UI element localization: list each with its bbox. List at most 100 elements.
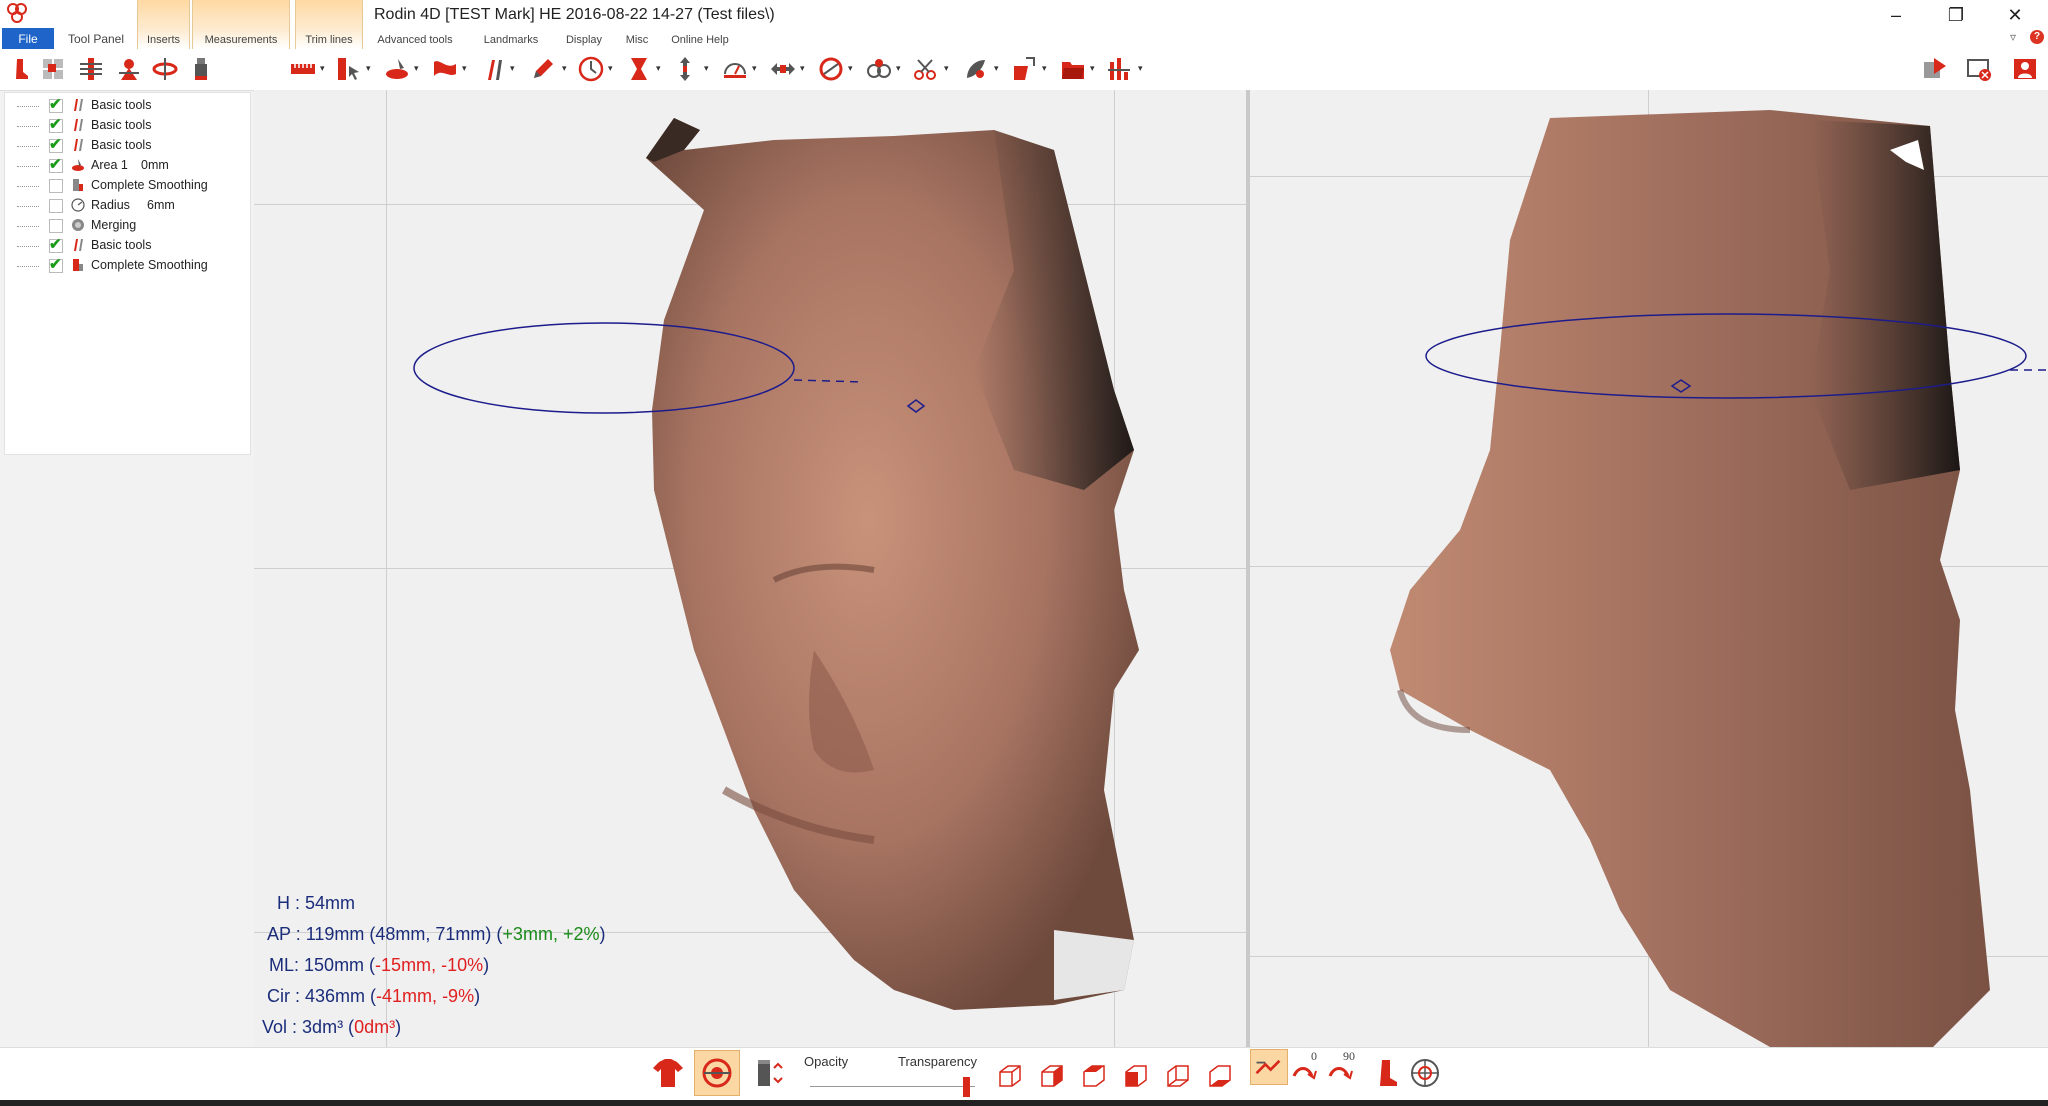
width-icon[interactable] bbox=[626, 56, 652, 82]
tab-misc[interactable]: Misc bbox=[620, 0, 654, 49]
user-delete-icon[interactable] bbox=[1922, 56, 1948, 82]
help-icon[interactable]: ? bbox=[2030, 30, 2044, 44]
tree-item[interactable]: Complete Smoothing bbox=[5, 176, 245, 196]
tools-icon[interactable] bbox=[482, 56, 508, 82]
tree-checkbox[interactable] bbox=[49, 155, 63, 173]
chevron-down-icon[interactable]: ▾ bbox=[562, 63, 567, 74]
section-icon[interactable] bbox=[152, 56, 178, 82]
tree-item[interactable]: Area 1 0mm bbox=[5, 155, 245, 176]
view-bottom-icon[interactable] bbox=[1206, 1062, 1234, 1090]
chevron-down-icon[interactable]: ▾ bbox=[704, 63, 709, 74]
transparency-slider-thumb[interactable] bbox=[963, 1077, 971, 1097]
chevron-down-icon[interactable]: ▾ bbox=[656, 63, 661, 74]
tree-checkbox[interactable] bbox=[49, 255, 63, 273]
figure-icon[interactable] bbox=[116, 56, 142, 82]
ruler-icon[interactable] bbox=[290, 56, 316, 82]
chevron-down-icon[interactable]: ▾ bbox=[1138, 63, 1143, 74]
cursor-icon[interactable] bbox=[336, 56, 362, 82]
sync-views-button[interactable] bbox=[1250, 1049, 1288, 1085]
tree-connector bbox=[17, 126, 39, 127]
chevron-down-icon[interactable]: ▾ bbox=[1090, 63, 1095, 74]
view-front-icon[interactable] bbox=[996, 1062, 1024, 1090]
tree-item[interactable]: Basic tools bbox=[5, 115, 245, 136]
tab-trim-lines[interactable]: Trim lines bbox=[295, 0, 363, 49]
circle-icon[interactable] bbox=[818, 56, 844, 82]
sculpt-icon[interactable] bbox=[432, 56, 458, 82]
tab-tool-panel[interactable]: Tool Panel bbox=[58, 0, 134, 49]
scissors-icon[interactable] bbox=[912, 56, 938, 82]
tab-advanced-tools[interactable]: Advanced tools bbox=[370, 0, 460, 49]
close-window-icon[interactable] bbox=[1966, 56, 1992, 82]
transparency-slider-track[interactable] bbox=[810, 1086, 975, 1087]
tab-measurements[interactable]: Measurements bbox=[192, 0, 290, 49]
view-right-icon[interactable] bbox=[1038, 1062, 1066, 1090]
chevron-down-icon[interactable]: ▾ bbox=[800, 63, 805, 74]
chevron-down-icon[interactable]: ▾ bbox=[1042, 63, 1047, 74]
pencil-icon[interactable] bbox=[530, 56, 556, 82]
chevron-down-icon[interactable]: ▾ bbox=[608, 63, 613, 74]
tree-connector bbox=[17, 206, 39, 207]
chevron-down-icon[interactable]: ▾ bbox=[752, 63, 757, 74]
tab-online-help[interactable]: Online Help bbox=[664, 0, 736, 49]
tree-item[interactable]: Merging bbox=[5, 216, 245, 236]
export-icon[interactable] bbox=[1012, 56, 1038, 82]
bars-icon[interactable] bbox=[1106, 56, 1132, 82]
tree-item[interactable]: Basic tools bbox=[5, 95, 245, 116]
globe-icon[interactable] bbox=[1408, 1056, 1442, 1090]
view-left-icon[interactable] bbox=[1122, 1062, 1150, 1090]
head-scan-model[interactable] bbox=[1250, 90, 2048, 1047]
tree-checkbox[interactable] bbox=[49, 115, 63, 133]
app-logo-icon[interactable] bbox=[6, 2, 28, 24]
tree-checkbox[interactable] bbox=[49, 199, 63, 213]
scanner-icon[interactable] bbox=[384, 56, 410, 82]
chevron-down-icon[interactable]: ▾ bbox=[944, 63, 949, 74]
tree-item[interactable]: Basic tools bbox=[5, 235, 245, 256]
minimize-button[interactable]: – bbox=[1876, 2, 1916, 28]
chevron-down-icon[interactable]: ▿ bbox=[2010, 30, 2016, 44]
foot-view-icon[interactable] bbox=[1370, 1056, 1404, 1090]
chevron-down-icon[interactable]: ▾ bbox=[366, 63, 371, 74]
tree-item[interactable]: Complete Smoothing bbox=[5, 255, 245, 276]
tab-file[interactable]: File bbox=[2, 28, 54, 49]
gauge-icon[interactable] bbox=[722, 56, 748, 82]
measurement-volume: Vol : 3dm³ (0dm³) bbox=[258, 1012, 605, 1043]
tab-landmarks[interactable]: Landmarks bbox=[475, 0, 547, 49]
landmark-icon[interactable] bbox=[964, 56, 990, 82]
tree-checkbox[interactable] bbox=[49, 219, 63, 233]
height-icon[interactable] bbox=[672, 56, 698, 82]
shirt-view-icon[interactable] bbox=[651, 1056, 685, 1090]
chevron-down-icon[interactable]: ▾ bbox=[414, 63, 419, 74]
view-back-icon[interactable] bbox=[1164, 1062, 1192, 1090]
rings-icon[interactable] bbox=[866, 56, 892, 82]
tree-checkbox[interactable] bbox=[49, 235, 63, 253]
tree-item[interactable]: Radius 6mm bbox=[5, 196, 245, 216]
measurement-separator: , bbox=[431, 955, 442, 975]
chevron-down-icon[interactable]: ▾ bbox=[510, 63, 515, 74]
tree-checkbox[interactable] bbox=[49, 179, 63, 193]
chevron-down-icon[interactable]: ▾ bbox=[462, 63, 467, 74]
tree-checkbox[interactable] bbox=[49, 135, 63, 153]
foot-icon[interactable] bbox=[8, 56, 34, 82]
tree-item[interactable]: Basic tools bbox=[5, 135, 245, 156]
target-icon[interactable] bbox=[578, 56, 604, 82]
chevron-down-icon[interactable]: ▾ bbox=[994, 63, 999, 74]
chevron-down-icon[interactable]: ▾ bbox=[848, 63, 853, 74]
grid-icon[interactable] bbox=[40, 56, 66, 82]
rotate-0-icon[interactable] bbox=[1290, 1056, 1324, 1090]
user-icon[interactable] bbox=[2012, 56, 2038, 82]
chevron-down-icon[interactable]: ▾ bbox=[320, 63, 325, 74]
view-mode-active-button[interactable] bbox=[694, 1050, 740, 1096]
maximize-button[interactable]: ❐ bbox=[1936, 2, 1976, 28]
viewport-3d-profile[interactable] bbox=[1250, 90, 2048, 1047]
tree-checkbox[interactable] bbox=[49, 95, 63, 113]
plane-icon[interactable] bbox=[78, 56, 104, 82]
arrows-icon[interactable] bbox=[770, 56, 796, 82]
chevron-down-icon[interactable]: ▾ bbox=[896, 63, 901, 74]
tab-display[interactable]: Display bbox=[556, 0, 612, 49]
opacity-toggle-icon[interactable] bbox=[752, 1056, 786, 1090]
cylinder-icon[interactable] bbox=[188, 56, 214, 82]
folder-icon[interactable] bbox=[1060, 56, 1086, 82]
tab-inserts[interactable]: Inserts bbox=[137, 0, 190, 49]
close-button[interactable]: ✕ bbox=[1995, 2, 2035, 28]
view-top-icon[interactable] bbox=[1080, 1062, 1108, 1090]
